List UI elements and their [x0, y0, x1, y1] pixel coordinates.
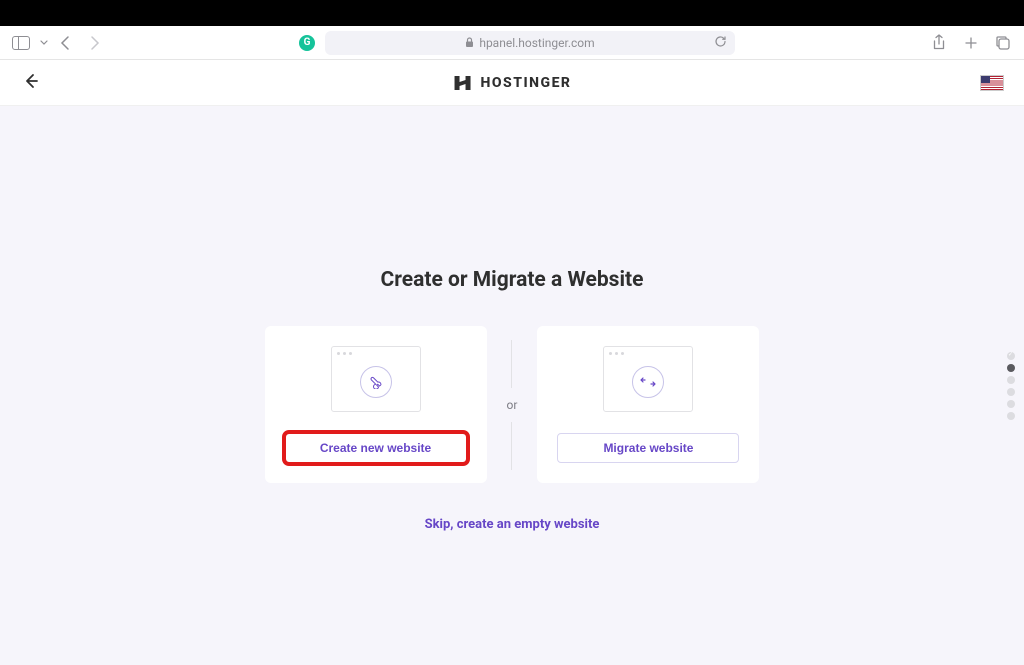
share-icon[interactable] — [930, 34, 948, 52]
chevron-down-icon[interactable] — [40, 39, 48, 47]
app-header: HOSTINGER — [0, 60, 1024, 106]
progress-step-1 — [1007, 352, 1015, 360]
options-row: Create new website or Migrate website — [0, 326, 1024, 483]
new-tab-icon[interactable] — [962, 34, 980, 52]
lock-icon — [465, 37, 474, 48]
skip-link[interactable]: Skip, create an empty website — [0, 517, 1024, 532]
browser-address-bar[interactable]: hpanel.hostinger.com — [325, 31, 735, 55]
grammarly-extension-icon[interactable]: G — [299, 35, 315, 51]
create-website-card: Create new website — [265, 326, 487, 483]
create-illustration — [331, 346, 421, 412]
or-divider: or — [507, 340, 518, 470]
brand-text: HOSTINGER — [481, 75, 572, 91]
nav-forward-button[interactable] — [84, 33, 104, 53]
progress-step-4 — [1007, 388, 1015, 396]
page-title: Create or Migrate a Website — [0, 268, 1024, 292]
progress-step-6 — [1007, 412, 1015, 420]
main-content: Create or Migrate a Website Create new w… — [0, 106, 1024, 665]
url-text: hpanel.hostinger.com — [479, 36, 594, 50]
nav-back-button[interactable] — [56, 33, 76, 53]
sidebar-toggle-icon[interactable] — [12, 36, 30, 50]
or-label: or — [507, 398, 518, 412]
migrate-illustration — [603, 346, 693, 412]
progress-indicator — [1007, 352, 1015, 420]
locale-flag-us[interactable] — [980, 75, 1004, 91]
progress-step-5 — [1007, 400, 1015, 408]
tabs-icon[interactable] — [994, 34, 1012, 52]
hostinger-logo[interactable]: HOSTINGER — [453, 74, 572, 92]
hostinger-logo-icon — [453, 74, 473, 92]
create-new-website-button[interactable]: Create new website — [285, 433, 467, 463]
window-titlebar — [0, 0, 1024, 26]
migrate-website-button[interactable]: Migrate website — [557, 433, 739, 463]
browser-toolbar: G hpanel.hostinger.com — [0, 26, 1024, 60]
progress-step-3 — [1007, 376, 1015, 384]
reload-icon[interactable] — [714, 35, 727, 51]
transfer-icon — [632, 366, 664, 398]
progress-step-2 — [1007, 364, 1015, 372]
migrate-website-card: Migrate website — [537, 326, 759, 483]
back-arrow-button[interactable] — [20, 71, 44, 95]
wrench-icon — [360, 366, 392, 398]
